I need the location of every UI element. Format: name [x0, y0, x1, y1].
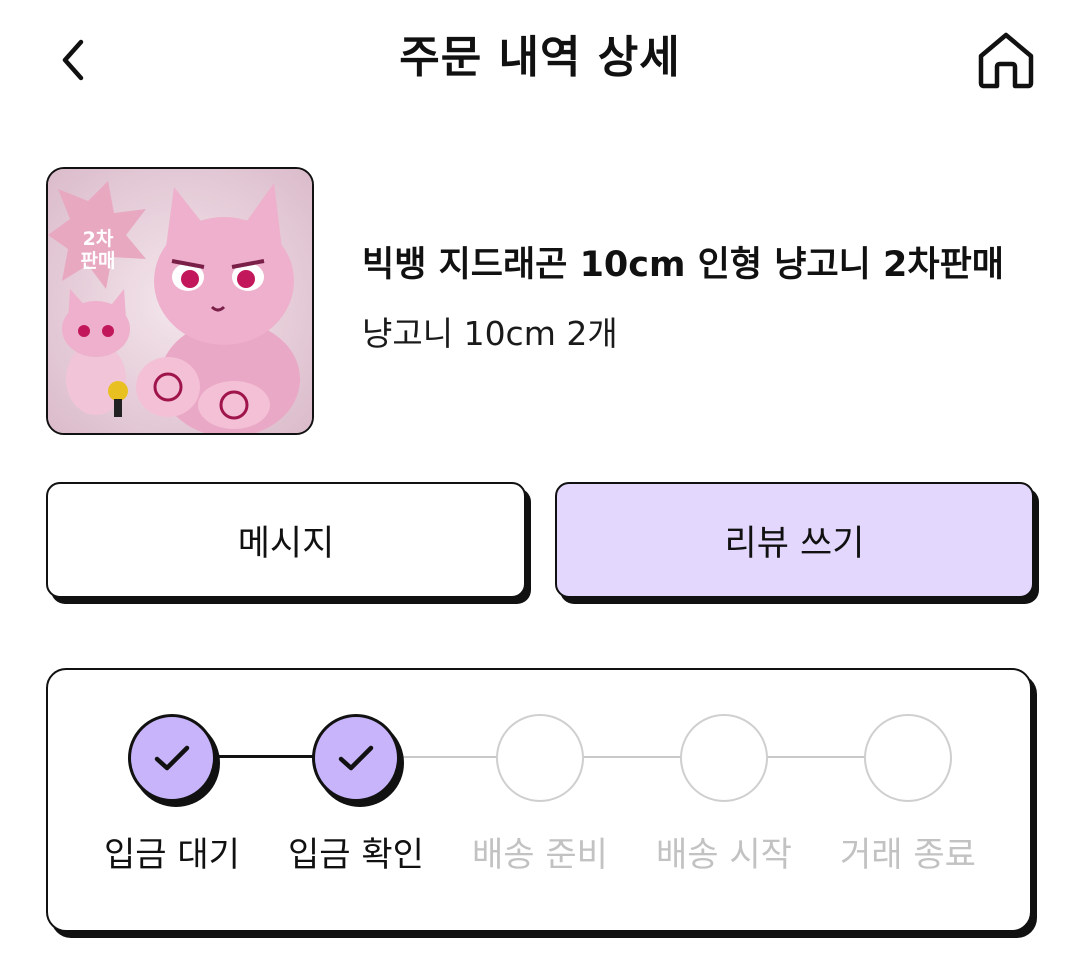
step-3-label: 배송 준비: [472, 835, 608, 875]
write-review-button[interactable]: 리뷰 쓰기: [555, 482, 1034, 598]
svg-text:판매: 판매: [81, 250, 116, 272]
page-title: 주문 내역 상세: [399, 32, 681, 83]
step-1-label: 입금 대기: [104, 835, 240, 875]
step-4-label: 배송 시작: [656, 835, 792, 875]
step-1-indicator: [128, 714, 216, 802]
check-icon: [338, 745, 374, 771]
product-image[interactable]: 2차 판매: [46, 167, 314, 435]
step-2-label: 입금 확인: [288, 835, 424, 875]
step-5-label: 거래 종료: [840, 835, 976, 875]
message-button[interactable]: 메시지: [46, 482, 526, 598]
home-button[interactable]: [966, 24, 1046, 96]
product-title[interactable]: 빅뱅 지드래곤 10cm 인형 냥고니 2차판매: [362, 242, 1004, 288]
step-2-indicator: [312, 714, 400, 802]
step-4-indicator: [680, 714, 768, 802]
sale-badge: 2차: [83, 228, 114, 250]
header: 주문 내역 상세: [0, 0, 1080, 120]
home-icon: [978, 32, 1034, 89]
plush-cat-image: 2차 판매: [48, 169, 312, 433]
product-option: 냥고니 10cm 2개: [362, 314, 618, 353]
step-5-indicator: [864, 714, 952, 802]
check-icon: [154, 745, 190, 771]
order-detail-page: 주문 내역 상세 2차 판매 빅뱅 지드래곤 10cm 인형 냥고니 2차판매 …: [0, 0, 1080, 963]
step-3-indicator: [496, 714, 584, 802]
